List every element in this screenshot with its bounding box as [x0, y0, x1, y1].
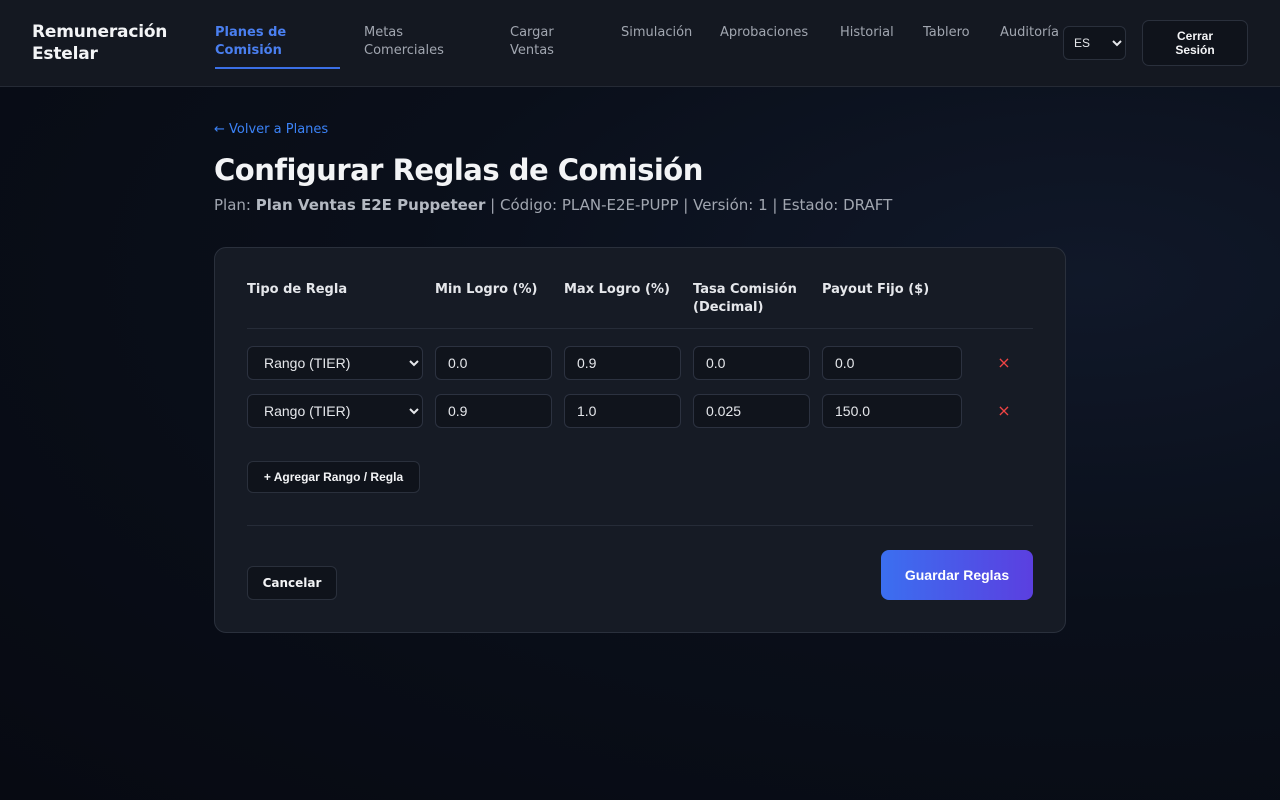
- plan-meta: Plan: Plan Ventas E2E Puppeteer | Código…: [214, 195, 892, 215]
- footer-divider: [247, 525, 1033, 526]
- nav-active-indicator: [215, 67, 340, 69]
- column-header-max-achievement: Max Logro (%): [564, 282, 670, 297]
- column-header-fixed-payout: Payout Fijo ($): [822, 282, 930, 297]
- fixed-payout-input[interactable]: [822, 394, 962, 428]
- plan-name: Plan Ventas E2E Puppeteer: [255, 196, 486, 214]
- nav-item-cargar-ventas[interactable]: Cargar Ventas: [510, 24, 600, 60]
- commission-rate-input[interactable]: [693, 346, 810, 380]
- rule-type-select[interactable]: Rango (TIER): [247, 346, 423, 380]
- header-divider: [247, 328, 1033, 329]
- plan-label: Plan:: [214, 196, 251, 214]
- nav-item-planes-comision[interactable]: Planes de Comisión: [215, 24, 340, 60]
- max-achievement-input[interactable]: [564, 394, 681, 428]
- nav-item-auditoria[interactable]: Auditoría: [1000, 24, 1059, 42]
- app-brand[interactable]: Remuneración Estelar: [32, 21, 182, 65]
- nav-item-metas-comerciales[interactable]: Metas Comerciales: [364, 24, 486, 60]
- commission-rate-input[interactable]: [693, 394, 810, 428]
- max-achievement-input[interactable]: [564, 346, 681, 380]
- nav-item-tablero[interactable]: Tablero: [923, 24, 970, 42]
- logout-button[interactable]: Cerrar Sesión: [1142, 20, 1248, 66]
- rule-type-select[interactable]: Rango (TIER): [247, 394, 423, 428]
- rules-card: Tipo de Regla Min Logro (%) Max Logro (%…: [214, 247, 1066, 633]
- language-select[interactable]: ES: [1063, 26, 1126, 60]
- fixed-payout-input[interactable]: [822, 346, 962, 380]
- rule-row: Rango (TIER) ×: [215, 346, 1067, 380]
- min-achievement-input[interactable]: [435, 346, 552, 380]
- nav-item-simulacion[interactable]: Simulación: [621, 24, 692, 42]
- nav-item-aprobaciones[interactable]: Aprobaciones: [720, 24, 808, 42]
- column-header-min-achievement: Min Logro (%): [435, 282, 538, 297]
- remove-rule-icon[interactable]: ×: [995, 399, 1013, 423]
- top-navbar: Remuneración Estelar Planes de Comisión …: [0, 0, 1280, 87]
- cancel-button[interactable]: Cancelar: [247, 566, 337, 600]
- column-header-rule-type: Tipo de Regla: [247, 282, 348, 297]
- nav-item-historial[interactable]: Historial: [840, 24, 894, 42]
- add-rule-button[interactable]: + Agregar Rango / Regla: [247, 461, 420, 493]
- remove-rule-icon[interactable]: ×: [995, 351, 1013, 375]
- page-title: Configurar Reglas de Comisión: [214, 153, 703, 187]
- column-header-commission-rate: Tasa Comisión (Decimal): [693, 282, 797, 315]
- min-achievement-input[interactable]: [435, 394, 552, 428]
- rule-row: Rango (TIER) ×: [215, 394, 1067, 428]
- back-to-plans-link[interactable]: ← Volver a Planes: [214, 121, 328, 139]
- plan-details: | Código: PLAN-E2E-PUPP | Versión: 1 | E…: [490, 196, 893, 214]
- save-rules-button[interactable]: Guardar Reglas: [881, 550, 1033, 600]
